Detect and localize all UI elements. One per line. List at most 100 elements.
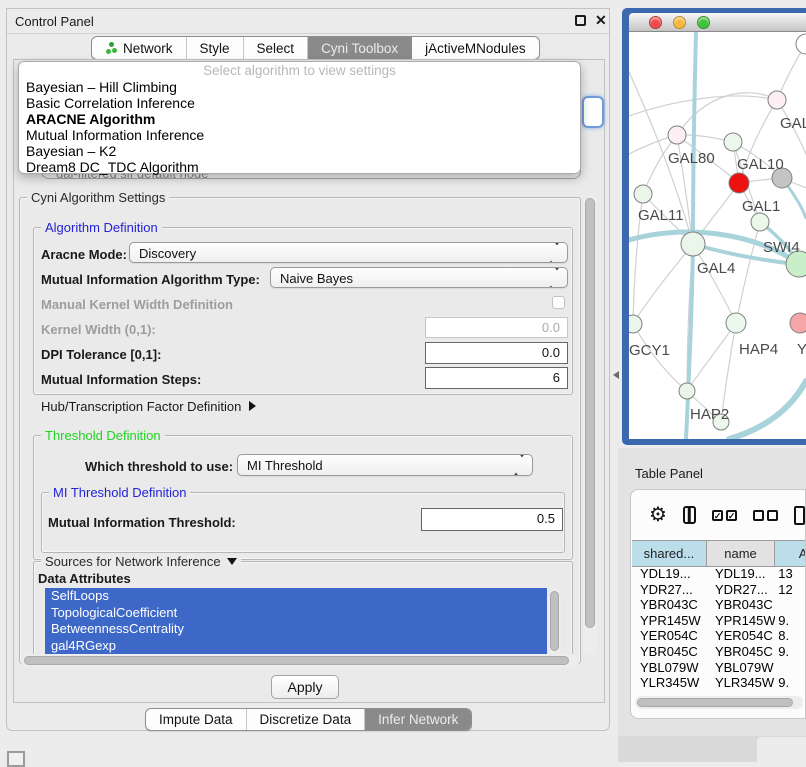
mi-type-combo[interactable]: Naive Bayes [270,267,568,288]
node-gal-pink[interactable] [768,91,786,109]
algorithm-menu-item-bayesian-k2[interactable]: Bayesian – K2 [19,143,580,159]
table-cell[interactable]: 12 [775,582,806,598]
algorithm-menu-item-dream8-dc-tdc-algorithm[interactable]: Dream8 DC_TDC Algorithm [19,159,580,175]
kernel-width-field[interactable]: 0.0 [425,317,568,338]
hub-definition-expander[interactable]: Hub/Transcription Factor Definition [41,399,256,414]
control-panel-title: Control Panel [15,14,94,29]
table-cell[interactable]: YIL053C [707,691,775,694]
table-horizontal-scrollbar[interactable] [635,696,803,709]
node-gal10[interactable] [724,133,742,151]
algorithm-menu-item-basic-correlation-inference[interactable]: Basic Correlation Inference [19,95,580,111]
node-gcy1[interactable] [629,315,642,333]
table-cell[interactable]: 13 [775,566,806,582]
mi-threshold-field[interactable]: 0.5 [421,508,563,531]
table-cell[interactable]: 9. [775,644,806,660]
close-traffic-icon[interactable] [649,16,662,29]
algorithm-menu-item-bayesian-hill-climbing[interactable]: Bayesian – Hill Climbing [19,79,580,95]
which-threshold-combo[interactable]: MI Threshold [237,454,533,476]
tab-cyni-toolbox[interactable]: Cyni Toolbox [308,37,412,59]
column-header-a[interactable]: A [775,541,806,566]
minimize-traffic-icon[interactable] [673,16,686,29]
table-row[interactable]: YDL19...YDL19...13 [632,566,806,582]
document-icon[interactable] [794,506,805,525]
table-cell[interactable]: YBR043C [632,597,707,613]
network-canvas[interactable]: GALGAL80GAL10GAL1GAL11SWI4GAL4GCY1HAP4YH… [629,32,806,439]
gear-icon[interactable]: ⚙ [649,505,667,525]
table-cell[interactable]: 9. [775,691,806,694]
table-cell[interactable]: YER054C [707,628,775,644]
table-cell[interactable] [775,660,806,676]
table-cell[interactable]: YER054C [632,628,707,644]
node-y[interactable] [790,313,806,333]
table-row[interactable]: YBL079WYBL079W [632,660,806,676]
tab-network[interactable]: Network [92,37,187,59]
tab-discretize-data[interactable]: Discretize Data [247,709,366,730]
panel-splitter-handle[interactable] [613,371,619,379]
tab-jactivemnodules[interactable]: jActiveMNodules [412,37,539,59]
table-row[interactable]: YIL053CYIL053C9. [632,691,806,694]
table-row[interactable]: YPR145WYPR145W9. [632,613,806,629]
node-top-right[interactable] [796,34,806,54]
attribute-list-item-selfloops[interactable]: SelfLoops [45,588,547,605]
table-cell[interactable]: YLR345W [632,675,707,691]
attribute-list-scrollbar[interactable] [548,589,561,654]
attribute-list-item-gal4rgexp[interactable]: gal4RGexp [45,638,547,655]
node-gal80[interactable] [668,126,686,144]
table-cell[interactable]: 8. [775,628,806,644]
collapsed-panel-button[interactable] [7,751,25,767]
aracne-mode-combo[interactable]: Discovery [129,242,568,263]
table-cell[interactable]: YDR27... [632,582,707,598]
tab-style[interactable]: Style [187,37,244,59]
tab-impute-data[interactable]: Impute Data [146,709,247,730]
table-cell[interactable]: 9. [775,613,806,629]
table-cell[interactable]: YPR145W [707,613,775,629]
table-cell[interactable] [775,597,806,613]
table-cell[interactable]: YLR345W [707,675,775,691]
table-row[interactable]: YBR045CYBR045C9. [632,644,806,660]
attribute-list-item-betweennesscentrality[interactable]: BetweennessCentrality [45,621,547,638]
apply-button[interactable]: Apply [271,675,339,699]
table-cell[interactable]: YBR045C [632,644,707,660]
split-pane-icon[interactable] [683,506,696,524]
table-cell[interactable]: YBR045C [707,644,775,660]
table-row[interactable]: YLR345WYLR345W9. [632,675,806,691]
column-header-name[interactable]: name [707,541,775,566]
inference-algorithm-combo-fragment[interactable] [582,96,604,128]
control-tab-bar: NetworkStyleSelectCyni ToolboxjActiveMNo… [91,36,540,60]
table-cell[interactable]: YDR27... [707,582,775,598]
tab-infer-network[interactable]: Infer Network [365,709,471,730]
table-row[interactable]: YDR27...YDR27...12 [632,582,806,598]
close-icon[interactable]: ✕ [595,12,607,29]
attribute-list-item-topologicalcoefficient[interactable]: TopologicalCoefficient [45,605,547,622]
dpi-tolerance-field[interactable]: 0.0 [425,342,568,364]
checked-boxes-icon[interactable]: ✓✓ [712,510,737,521]
table-cell[interactable]: YBR043C [707,597,775,613]
table-cell[interactable]: YIL053C [632,691,707,694]
table-row[interactable]: YBR043CYBR043C [632,597,806,613]
node-gal11[interactable] [634,185,652,203]
table-row[interactable]: YER054CYER054C8. [632,628,806,644]
algorithm-menu-item-aracne-algorithm[interactable]: ARACNE Algorithm [19,111,580,127]
sources-group-title[interactable]: Sources for Network Inference [41,554,241,569]
column-header-shared-[interactable]: shared... [632,541,707,566]
table-cell[interactable]: YDL19... [707,566,775,582]
settings-vertical-scrollbar[interactable] [583,195,597,655]
node-gal1[interactable] [729,173,749,193]
algorithm-menu-item-mutual-information-inference[interactable]: Mutual Information Inference [19,127,580,143]
mi-steps-field[interactable]: 6 [425,367,568,389]
unchecked-boxes-icon[interactable] [753,510,778,521]
table-cell[interactable]: YBL079W [707,660,775,676]
zoom-traffic-icon[interactable] [697,16,710,29]
manual-kernel-checkbox[interactable] [552,296,565,309]
node-hap4[interactable] [726,313,746,333]
node-swi4[interactable] [751,213,769,231]
node-hap2[interactable] [679,383,695,399]
float-window-icon[interactable] [575,15,586,26]
node-gal4[interactable] [681,232,705,256]
table-cell[interactable]: YDL19... [632,566,707,582]
table-cell[interactable]: 9. [775,675,806,691]
table-cell[interactable]: YPR145W [632,613,707,629]
tab-select[interactable]: Select [244,37,309,59]
settings-horizontal-scrollbar[interactable] [21,654,579,667]
table-cell[interactable]: YBL079W [632,660,707,676]
